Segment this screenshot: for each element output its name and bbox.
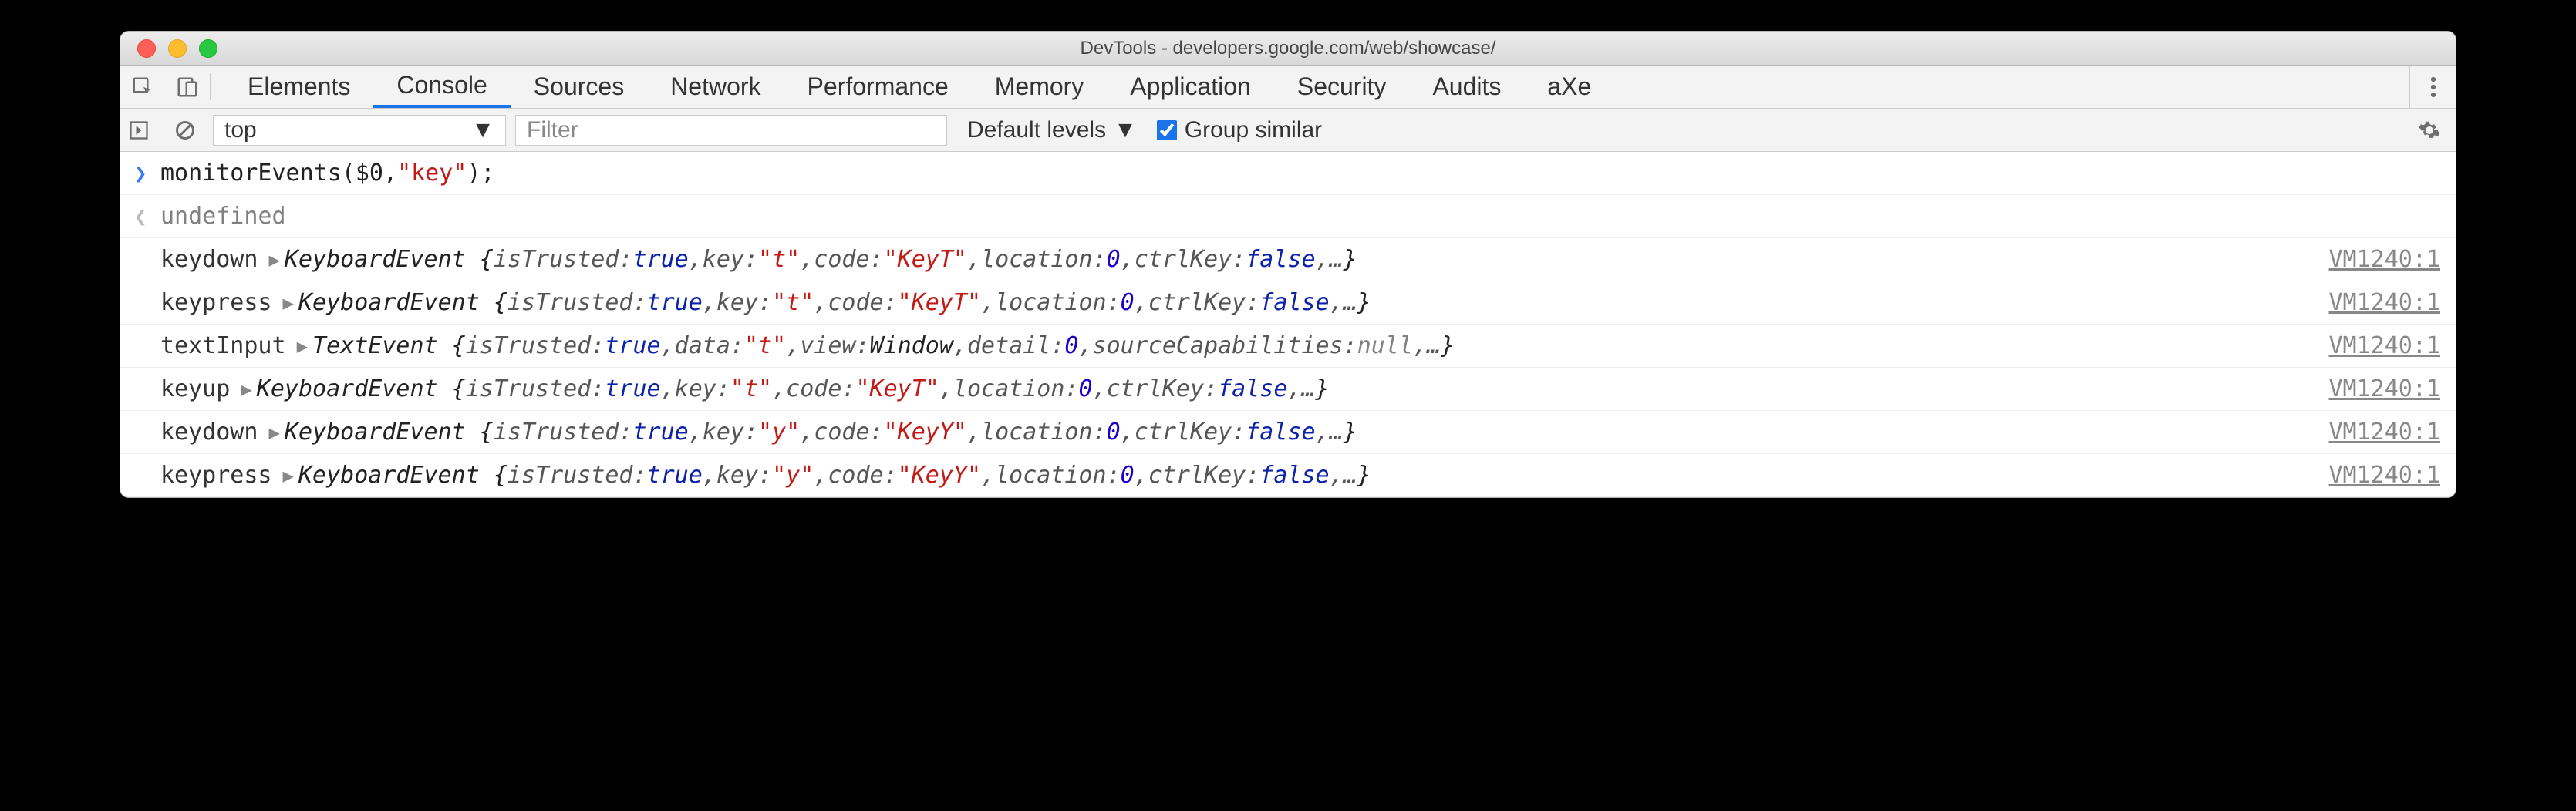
expand-object-icon[interactable]: ▶ (268, 249, 279, 271)
console-settings-button[interactable] (2411, 119, 2448, 142)
console-input-row[interactable]: ❯ monitorEvents($0, "key"); (120, 152, 2456, 195)
console-log-row[interactable]: keydown▶KeyboardEvent {isTrusted: true, … (120, 238, 2456, 281)
input-chevron-icon: ❯ (120, 160, 160, 186)
tab-axe[interactable]: aXe (1524, 66, 1614, 108)
zoom-window-button[interactable] (199, 39, 217, 58)
context-label: top (224, 117, 257, 143)
group-similar-toggle[interactable]: Group similar (1157, 117, 1322, 143)
source-link[interactable]: VM1240:1 (2306, 246, 2441, 273)
log-content: keyup▶KeyboardEvent {isTrusted: true, ke… (160, 375, 2306, 402)
console-log-row[interactable]: keypress▶KeyboardEvent {isTrusted: true,… (120, 454, 2456, 497)
return-value: undefined (160, 203, 286, 230)
levels-label: Default levels (967, 117, 1106, 143)
tab-performance[interactable]: Performance (784, 66, 972, 108)
tab-sources[interactable]: Sources (511, 66, 647, 108)
log-content: keydown▶KeyboardEvent {isTrusted: true, … (160, 419, 2306, 446)
object-class: KeyboardEvent (285, 419, 480, 446)
dropdown-icon: ▼ (1114, 117, 1137, 143)
dropdown-icon: ▼ (471, 117, 494, 143)
event-name: keydown (160, 419, 258, 446)
console-log-row[interactable]: textInput▶TextEvent {isTrusted: true, da… (120, 325, 2456, 368)
object-class: KeyboardEvent (298, 289, 494, 316)
event-name: keypress (160, 289, 272, 316)
event-name: keyup (160, 375, 230, 402)
object-class: TextEvent (312, 332, 452, 359)
tab-elements[interactable]: Elements (224, 66, 373, 108)
expand-object-icon[interactable]: ▶ (268, 422, 279, 443)
expand-object-icon[interactable]: ▶ (283, 292, 294, 314)
minimize-window-button[interactable] (168, 39, 187, 58)
filter-placeholder: Filter (527, 117, 578, 143)
object-class: KeyboardEvent (257, 375, 452, 402)
console-log-row[interactable]: keyup▶KeyboardEvent {isTrusted: true, ke… (120, 368, 2456, 411)
toggle-device-toolbar-button[interactable] (165, 66, 210, 108)
console-input-content: monitorEvents($0, "key"); (160, 160, 2440, 187)
tab-audits[interactable]: Audits (1409, 66, 1524, 108)
window-titlebar: DevTools - developers.google.com/web/sho… (120, 32, 2456, 66)
event-name: textInput (160, 332, 286, 359)
execution-context-select[interactable]: top ▼ (213, 115, 506, 146)
toggle-sidebar-button[interactable] (120, 115, 157, 146)
close-window-button[interactable] (137, 39, 156, 58)
source-link[interactable]: VM1240:1 (2306, 375, 2441, 402)
log-levels-select[interactable]: Default levels ▼ (956, 115, 1148, 146)
panel-tablist: ElementsConsoleSourcesNetworkPerformance… (211, 66, 2409, 108)
source-link[interactable]: VM1240:1 (2306, 289, 2441, 316)
group-similar-checkbox[interactable] (1157, 120, 1177, 140)
console-return-row: ❯ undefined (120, 195, 2456, 238)
tab-console[interactable]: Console (373, 66, 510, 108)
log-content: textInput▶TextEvent {isTrusted: true, da… (160, 332, 2306, 359)
tab-memory[interactable]: Memory (972, 66, 1108, 108)
console-toolbar: top ▼ Filter Default levels ▼ Group simi… (120, 109, 2456, 152)
tab-application[interactable]: Application (1107, 66, 1274, 108)
window-title: DevTools - developers.google.com/web/sho… (1081, 38, 1496, 59)
log-content: keypress▶KeyboardEvent {isTrusted: true,… (160, 289, 2306, 316)
inspect-element-button[interactable] (120, 66, 165, 108)
console-log-row[interactable]: keydown▶KeyboardEvent {isTrusted: true, … (120, 411, 2456, 454)
return-chevron-icon: ❯ (120, 204, 160, 229)
tab-network[interactable]: Network (647, 66, 784, 108)
log-content: keydown▶KeyboardEvent {isTrusted: true, … (160, 246, 2306, 273)
more-options-button[interactable] (2409, 66, 2456, 108)
expand-object-icon[interactable]: ▶ (241, 379, 251, 400)
event-name: keydown (160, 246, 258, 273)
object-class: KeyboardEvent (298, 462, 494, 489)
log-content: keypress▶KeyboardEvent {isTrusted: true,… (160, 462, 2306, 489)
devtools-window: DevTools - developers.google.com/web/sho… (120, 31, 2456, 498)
expand-object-icon[interactable]: ▶ (297, 335, 308, 357)
traffic-lights (137, 39, 217, 58)
tab-security[interactable]: Security (1274, 66, 1410, 108)
event-name: keypress (160, 462, 272, 489)
console-log-row[interactable]: keypress▶KeyboardEvent {isTrusted: true,… (120, 281, 2456, 325)
filter-input[interactable]: Filter (515, 115, 947, 146)
console-output: ❯ monitorEvents($0, "key"); ❯ undefined … (120, 152, 2456, 497)
object-class: KeyboardEvent (285, 246, 480, 273)
source-link[interactable]: VM1240:1 (2306, 462, 2441, 489)
source-link[interactable]: VM1240:1 (2306, 332, 2441, 359)
source-link[interactable]: VM1240:1 (2306, 419, 2441, 446)
expand-object-icon[interactable]: ▶ (283, 465, 294, 486)
panel-tabs-bar: ElementsConsoleSourcesNetworkPerformance… (120, 66, 2456, 109)
clear-console-button[interactable] (167, 115, 204, 146)
group-similar-label: Group similar (1185, 117, 1322, 143)
